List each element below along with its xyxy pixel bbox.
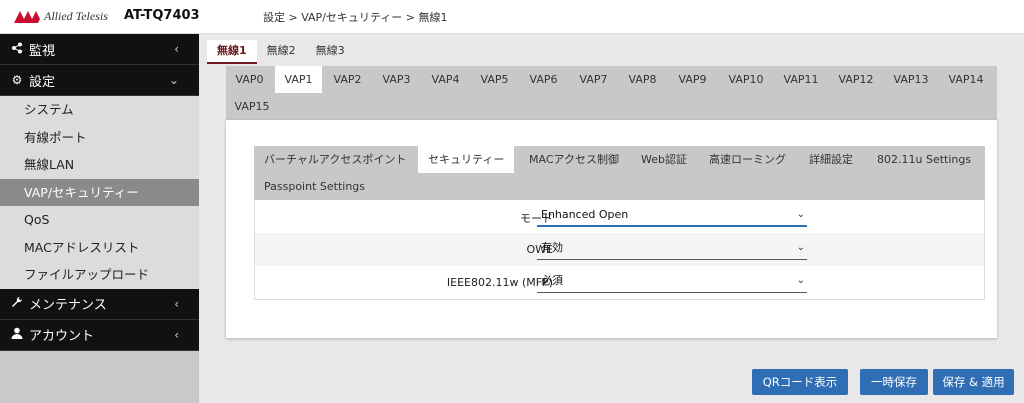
tab-web-auth[interactable]: Web認証 <box>631 146 697 173</box>
chevron-down-icon: ⌄ <box>796 242 805 253</box>
tab-vap13[interactable]: VAP13 <box>885 66 937 93</box>
tab-vap12[interactable]: VAP12 <box>830 66 882 93</box>
tab-vap6[interactable]: VAP6 <box>520 66 567 93</box>
sidebar-section-account[interactable]: アカウント ‹ <box>0 319 199 351</box>
sidebar-section-label: メンテナンス <box>29 298 107 313</box>
mode-select-value: Enhanced Open <box>541 208 629 221</box>
chevron-left-icon: ‹ <box>174 42 179 56</box>
share-icon <box>10 42 24 57</box>
tab-80211u-settings[interactable]: 802.11u Settings <box>867 146 981 173</box>
tab-vap15[interactable]: VAP15 <box>226 93 278 120</box>
mfp-select[interactable]: 必須 ⌄ <box>537 271 807 293</box>
sidebar-section-monitor[interactable]: 監視 ‹ <box>0 34 199 65</box>
tab-vap8[interactable]: VAP8 <box>619 66 666 93</box>
tab-radio3[interactable]: 無線3 <box>306 40 355 64</box>
sidebar-item-file-upload[interactable]: ファイルアップロード <box>0 261 199 289</box>
chevron-down-icon: ⌄ <box>168 73 179 87</box>
tab-radio1[interactable]: 無線1 <box>207 40 257 64</box>
header: Allied Telesis AT-TQ7403 設定 > VAP/セキュリティ… <box>0 0 1024 34</box>
save-apply-button[interactable]: 保存 & 適用 <box>933 369 1014 395</box>
main-content: 無線1 無線2 無線3 VAP0 VAP1 VAP2 VAP3 VAP4 VAP… <box>199 34 1024 403</box>
sidebar-section-label: 監視 <box>29 43 56 59</box>
tab-vap1[interactable]: VAP1 <box>275 66 322 93</box>
tab-security[interactable]: セキュリティー <box>418 146 515 173</box>
sidebar-item-wired-port[interactable]: 有線ポート <box>0 123 199 151</box>
gear-icon: ⚙ <box>11 73 23 87</box>
sidebar-item-wireless-lan[interactable]: 無線LAN <box>0 151 199 179</box>
sub-tab-bar: バーチャルアクセスポイント セキュリティー MACアクセス制御 Web認証 高速… <box>254 146 985 200</box>
temp-save-button[interactable]: 一時保存 <box>860 369 928 395</box>
tab-virtual-access-point[interactable]: バーチャルアクセスポイント <box>254 146 416 173</box>
mfp-select-value: 必須 <box>541 274 563 287</box>
tab-vap10[interactable]: VAP10 <box>720 66 772 93</box>
wrench-icon <box>10 296 24 311</box>
security-panel: バーチャルアクセスポイント セキュリティー MACアクセス制御 Web認証 高速… <box>226 120 997 338</box>
sidebar-section-label: アカウント <box>29 329 95 344</box>
chevron-down-icon: ⌄ <box>796 275 805 286</box>
mode-row: モード Enhanced Open ⌄ <box>255 200 984 233</box>
tab-fast-roaming[interactable]: 高速ローミング <box>699 146 796 173</box>
sidebar: 監視 ‹ ⚙ 設定 ⌄ システム 有線ポート 無線LAN VAP/セキュリティー… <box>0 34 199 403</box>
sidebar-section-maintenance[interactable]: メンテナンス ‹ <box>0 288 199 320</box>
brand-logo: Allied Telesis <box>14 9 108 24</box>
owe-row: OWE 有効 ⌄ <box>255 233 984 266</box>
tab-vap5[interactable]: VAP5 <box>471 66 518 93</box>
radio-tabs: 無線1 無線2 無線3 <box>207 40 355 64</box>
chevron-down-icon: ⌄ <box>796 209 805 220</box>
vap-tab-bar: VAP0 VAP1 VAP2 VAP3 VAP4 VAP5 VAP6 VAP7 … <box>226 66 997 120</box>
model-name: AT-TQ7403 <box>124 8 200 23</box>
owe-select[interactable]: 有効 ⌄ <box>537 238 807 260</box>
breadcrumb: 設定 > VAP/セキュリティー > 無線1 <box>263 11 448 24</box>
tab-vap2[interactable]: VAP2 <box>324 66 371 93</box>
qr-code-button[interactable]: QRコード表示 <box>752 369 848 395</box>
sidebar-item-mac-address-list[interactable]: MACアドレスリスト <box>0 233 199 261</box>
owe-select-value: 有効 <box>541 241 563 254</box>
tab-radio2[interactable]: 無線2 <box>257 40 306 64</box>
tab-mac-access-control[interactable]: MACアクセス制御 <box>519 146 629 173</box>
chevron-left-icon: ‹ <box>174 327 179 342</box>
sidebar-item-qos[interactable]: QoS <box>0 206 199 234</box>
user-icon <box>10 327 24 342</box>
security-form: モード Enhanced Open ⌄ OWE 有効 ⌄ IEEE802.11w… <box>254 200 985 300</box>
sidebar-section-label: 設定 <box>29 74 56 90</box>
sidebar-section-settings[interactable]: ⚙ 設定 ⌄ <box>0 65 199 96</box>
allied-telesis-logo-icon <box>14 10 40 23</box>
tab-vap7[interactable]: VAP7 <box>570 66 617 93</box>
tab-vap9[interactable]: VAP9 <box>669 66 716 93</box>
mode-select[interactable]: Enhanced Open ⌄ <box>537 205 807 227</box>
tab-passpoint-settings[interactable]: Passpoint Settings <box>254 173 375 200</box>
tab-advanced-settings[interactable]: 詳細設定 <box>799 146 863 173</box>
tab-vap0[interactable]: VAP0 <box>226 66 273 93</box>
chevron-left-icon: ‹ <box>174 296 179 311</box>
tab-vap4[interactable]: VAP4 <box>422 66 469 93</box>
sidebar-item-vap-security[interactable]: VAP/セキュリティー <box>0 178 199 206</box>
sidebar-item-system[interactable]: システム <box>0 96 199 124</box>
tab-vap11[interactable]: VAP11 <box>775 66 827 93</box>
mfp-row: IEEE802.11w (MFP) 必須 ⌄ <box>255 266 984 299</box>
brand-name: Allied Telesis <box>44 9 108 23</box>
tab-vap3[interactable]: VAP3 <box>373 66 420 93</box>
tab-vap14[interactable]: VAP14 <box>940 66 992 93</box>
